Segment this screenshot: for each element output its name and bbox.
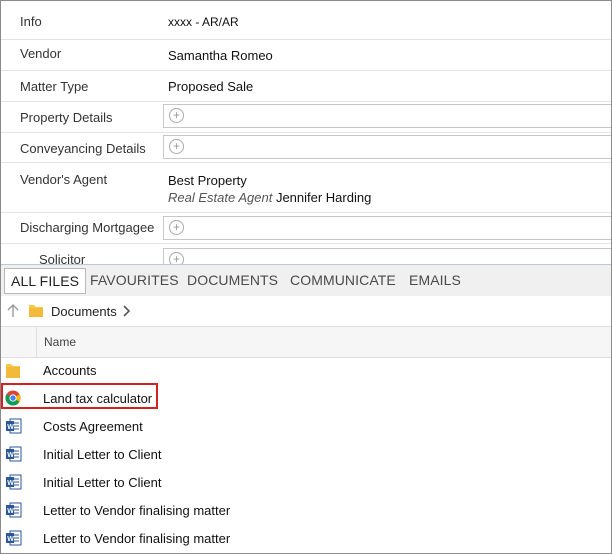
vendors-agent-role: Real Estate Agent <box>168 190 273 205</box>
solicitor-row: Solicitor + <box>1 243 611 272</box>
name-column-header[interactable]: Name <box>44 335 76 349</box>
vendors-agent-company[interactable]: Best Property <box>168 173 247 188</box>
tab-communicate[interactable]: COMMUNICATE <box>290 272 396 288</box>
folder-icon <box>29 305 43 317</box>
file-name[interactable]: Accounts <box>43 363 96 378</box>
property-details-field[interactable]: + <box>163 104 611 128</box>
word-doc-icon: W <box>6 446 22 462</box>
column-header: Name <box>1 326 611 358</box>
svg-text:W: W <box>7 508 14 515</box>
file-name[interactable]: Costs Agreement <box>43 419 143 434</box>
highlight-annotation <box>1 383 158 409</box>
matter-type-value[interactable]: Proposed Sale <box>168 79 253 94</box>
file-name[interactable]: Letter to Vendor finalising matter <box>43 503 230 518</box>
vendors-agent-person[interactable]: Jennifer Harding <box>276 190 371 205</box>
svg-text:W: W <box>7 424 14 431</box>
discharging-mortgagee-label: Discharging Mortgagee <box>20 220 155 235</box>
file-row[interactable]: W Costs Agreement <box>1 412 611 440</box>
matter-type-label: Matter Type <box>20 79 89 94</box>
svg-text:W: W <box>7 536 14 543</box>
property-details-row: Property Details + <box>1 101 611 133</box>
breadcrumb-documents[interactable]: Documents <box>51 304 117 319</box>
matter-window: Info xxxx - AR/AR Vendor Samantha Romeo … <box>0 0 612 554</box>
svg-text:W: W <box>7 480 14 487</box>
file-row[interactable]: Accounts <box>1 356 611 384</box>
tab-emails[interactable]: EMAILS <box>409 272 461 288</box>
tab-all-files[interactable]: ALL FILES <box>4 268 87 294</box>
info-label: Info <box>20 14 42 29</box>
file-row[interactable]: W Initial Letter to Client <box>1 440 611 468</box>
add-icon[interactable]: + <box>169 139 184 154</box>
vendors-agent-contact: Real Estate Agent Jennifer Harding <box>168 190 371 205</box>
breadcrumb: Documents <box>1 296 611 326</box>
matter-type-row[interactable]: Matter Type Proposed Sale <box>1 70 611 102</box>
vendor-label: Vendor <box>20 46 62 61</box>
property-details-label: Property Details <box>20 110 113 125</box>
folder-icon <box>6 364 20 378</box>
add-icon[interactable]: + <box>169 220 184 235</box>
file-name[interactable]: Initial Letter to Client <box>43 475 162 490</box>
file-row[interactable]: W Initial Letter to Client <box>1 468 611 496</box>
conveyancing-details-label: Conveyancing Details <box>20 141 146 156</box>
up-arrow-icon[interactable] <box>7 304 19 318</box>
conveyancing-details-field[interactable]: + <box>163 135 611 159</box>
file-name[interactable]: Letter to Vendor finalising matter <box>43 531 230 546</box>
word-doc-icon: W <box>6 530 22 546</box>
word-doc-icon: W <box>6 502 22 518</box>
file-name[interactable]: Initial Letter to Client <box>43 447 162 462</box>
file-tabs: ALL FILES FAVOURITES DOCUMENTS COMMUNICA… <box>1 264 611 297</box>
conveyancing-details-row: Conveyancing Details + <box>1 132 611 163</box>
add-icon[interactable]: + <box>169 108 184 123</box>
info-value: xxxx - AR/AR <box>168 15 239 29</box>
tab-documents[interactable]: DOCUMENTS <box>187 272 278 288</box>
tab-favourites[interactable]: FAVOURITES <box>90 272 179 288</box>
vendor-row[interactable]: Vendor Samantha Romeo <box>1 39 611 71</box>
vendors-agent-row[interactable]: Vendor's Agent Best Property Real Estate… <box>1 162 611 213</box>
word-doc-icon: W <box>6 418 22 434</box>
vendors-agent-label: Vendor's Agent <box>20 172 108 187</box>
file-row[interactable]: W Letter to Vendor finalising matter <box>1 524 611 552</box>
discharging-mortgagee-row: Discharging Mortgagee + <box>1 212 611 244</box>
info-row: Info xxxx - AR/AR <box>1 1 611 40</box>
word-doc-icon: W <box>6 474 22 490</box>
discharging-mortgagee-field[interactable]: + <box>163 216 611 240</box>
svg-text:W: W <box>7 452 14 459</box>
file-row[interactable]: W Letter to Vendor finalising matter <box>1 496 611 524</box>
chevron-right-icon[interactable] <box>123 305 131 317</box>
vendor-value[interactable]: Samantha Romeo <box>168 48 273 63</box>
